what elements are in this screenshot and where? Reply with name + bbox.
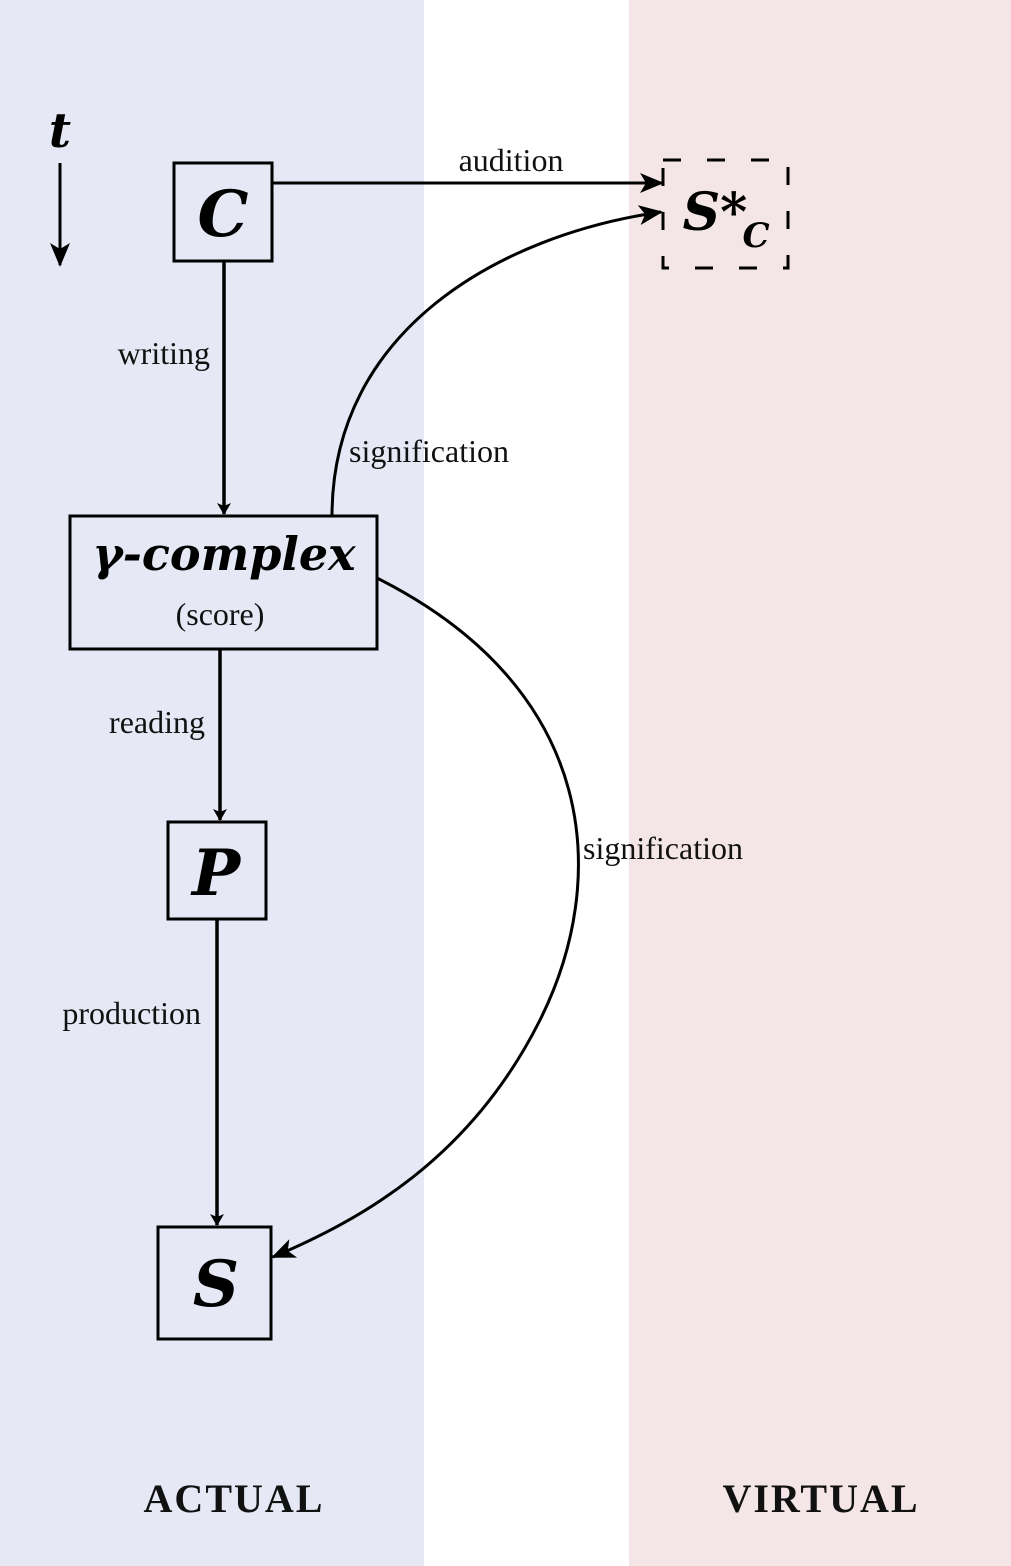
reading-label: reading [109, 704, 205, 740]
score-title: γ-complex [92, 527, 356, 581]
composer-letter: C [198, 177, 249, 252]
writing-label: writing [118, 335, 210, 371]
sound-letter: S [193, 1247, 239, 1322]
audition-label: audition [459, 142, 564, 178]
signification-lower-label: signification [583, 830, 743, 866]
virtual-sound-subscript: C [742, 216, 769, 256]
actual-label: ACTUAL [144, 1476, 325, 1521]
performer-letter: P [190, 836, 242, 911]
virtual-sound-letter: S* [683, 182, 748, 243]
score-subtitle: (score) [176, 596, 265, 632]
signification-diagram: t C S* C γ-complex (score) P S audition … [0, 0, 1011, 1566]
signification-upper-label: signification [349, 433, 509, 469]
time-axis-label: t [49, 103, 71, 159]
production-label: production [62, 995, 201, 1031]
virtual-label: VIRTUAL [722, 1476, 919, 1521]
